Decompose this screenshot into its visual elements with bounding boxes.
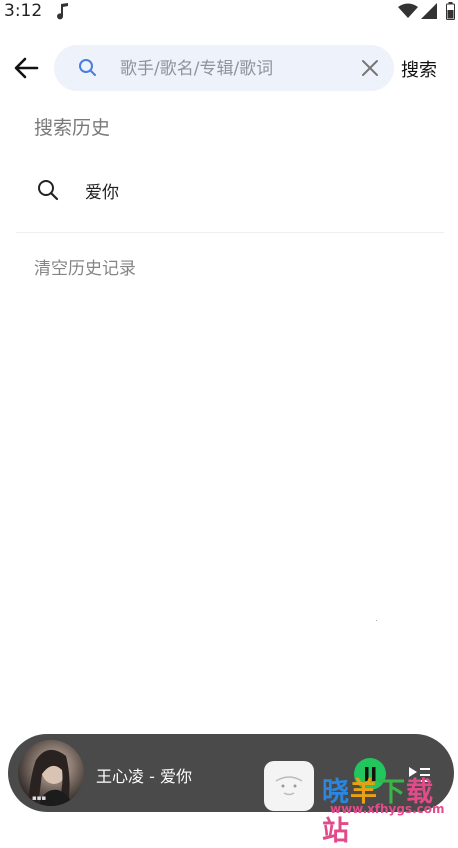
status-time: 3:12 [4,1,43,21]
search-icon [37,179,59,205]
history-item[interactable]: 爱你 [0,164,458,216]
search-submit-button[interactable]: 搜索 [401,56,437,82]
search-box[interactable] [54,45,394,91]
history-item-label: 爱你 [85,183,119,203]
status-bar: 3:12 [0,0,458,24]
app-logo [264,761,314,811]
close-icon [362,60,378,76]
history-heading: 搜索历史 [34,117,111,139]
search-icon [78,58,98,82]
clear-search-button[interactable] [360,58,380,78]
battery-icon [446,2,455,24]
search-input[interactable] [118,53,352,85]
clear-history-button[interactable]: 清空历史记录 [34,254,136,279]
svg-text:▪▪▪: ▪▪▪ [32,794,46,802]
arrow-left-icon [14,57,39,79]
divider [16,232,444,233]
back-button[interactable] [10,52,46,84]
music-note-icon [56,2,70,24]
signal-icon [421,3,437,23]
wifi-icon [398,3,418,23]
album-art[interactable]: ▪▪▪ [18,740,84,806]
now-playing-text: 王心凌 - 爱你 [96,767,192,786]
watermark-url: www.xfhygs.com [330,802,445,816]
dot [376,620,377,621]
